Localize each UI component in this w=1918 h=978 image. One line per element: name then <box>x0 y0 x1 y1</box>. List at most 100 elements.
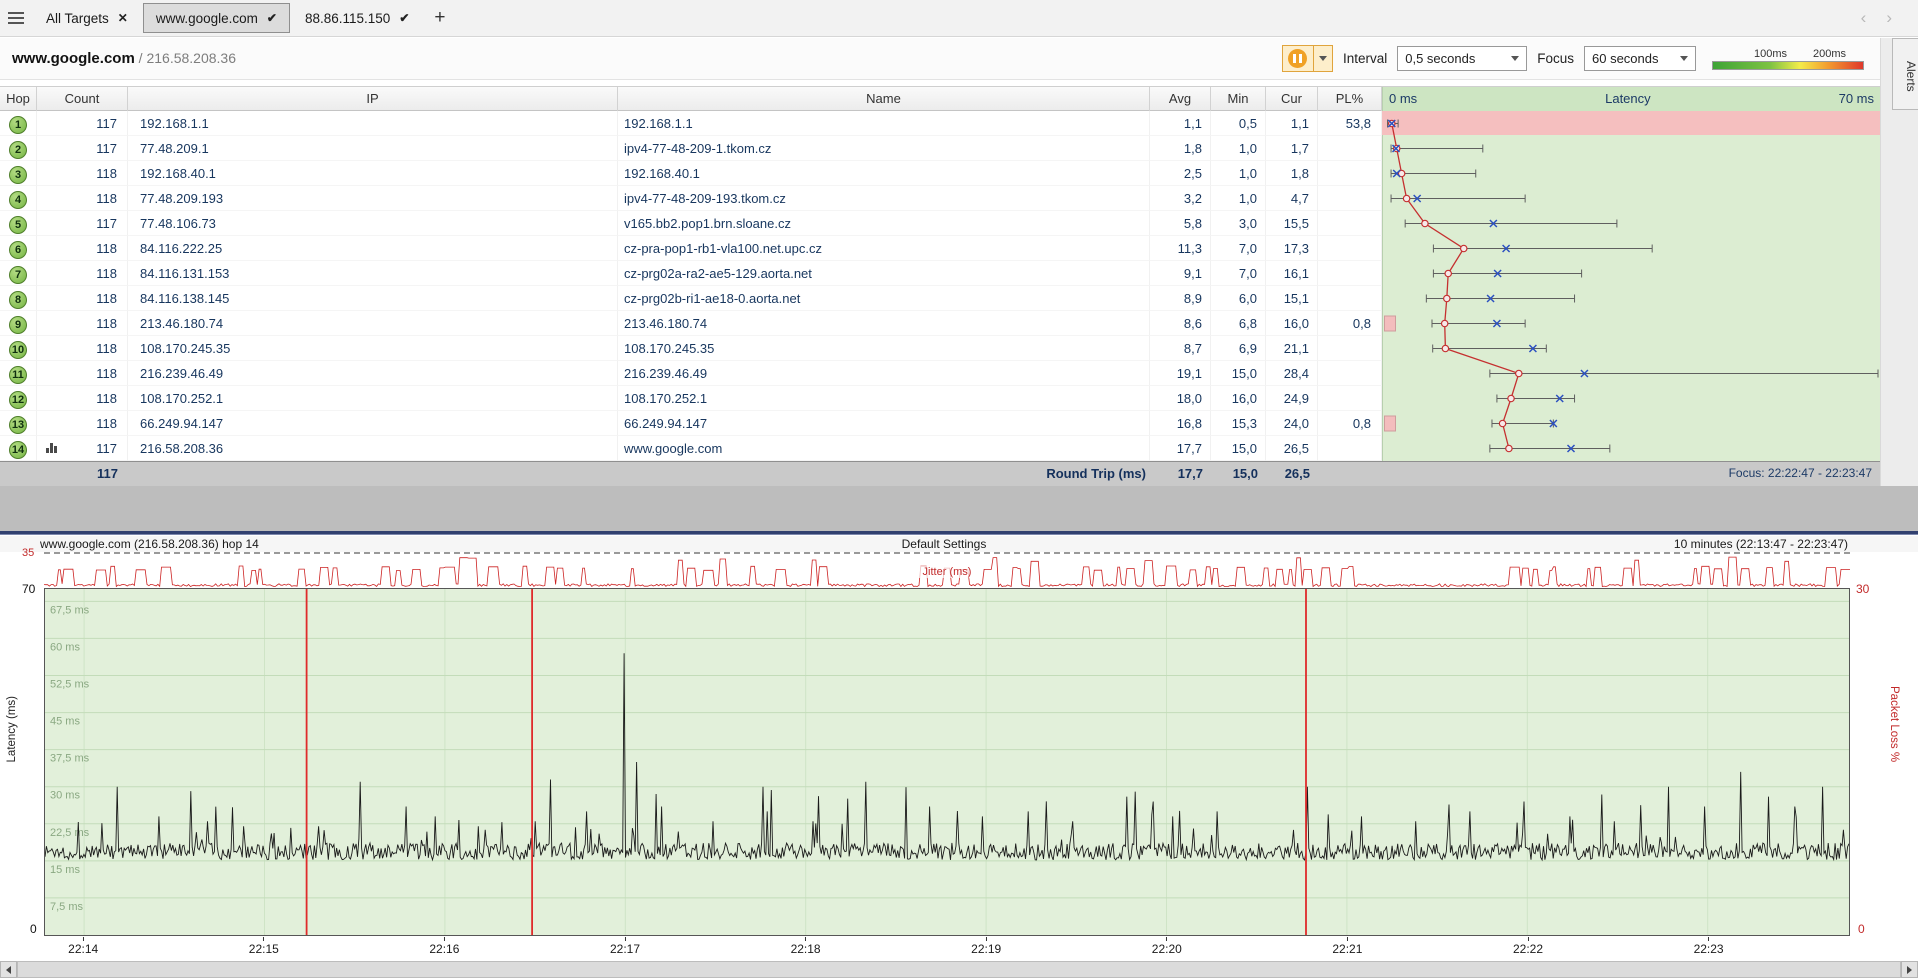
col-header-pl[interactable]: PL% <box>1318 87 1382 112</box>
latency-graph-cell <box>1382 336 1880 361</box>
trace-control-split-button <box>1282 45 1333 72</box>
min-cell: 6,0 <box>1211 286 1266 311</box>
latency-timeline-plot[interactable]: 67,5 ms60 ms52,5 ms45 ms37,5 ms30 ms22,5… <box>44 588 1850 936</box>
tab-88-86-115-150[interactable]: 88.86.115.150✔ <box>292 3 422 33</box>
hop-row-7[interactable]: 711884.116.131.153cz-prg02a-ra2-ae5-129.… <box>0 261 1880 286</box>
hop-row-4[interactable]: 411877.48.209.193ipv4-77-48-209-193.tkom… <box>0 186 1880 211</box>
packet-loss-cell <box>1318 386 1382 411</box>
col-header-min[interactable]: Min <box>1211 87 1266 112</box>
alerts-side-tab[interactable]: Alerts <box>1892 38 1918 110</box>
interval-label: Interval <box>1343 51 1387 66</box>
time-tick-22-14: 22:14 <box>68 937 98 956</box>
latency-graph-cell <box>1382 261 1880 286</box>
hop-row-9[interactable]: 9118213.46.180.74213.46.180.748,66,816,0… <box>0 311 1880 336</box>
packet-loss-cell <box>1318 211 1382 236</box>
min-cell: 3,0 <box>1211 211 1266 236</box>
col-header-avg[interactable]: Avg <box>1150 87 1211 112</box>
target-title: www.google.com / 216.58.208.36 <box>12 50 236 67</box>
count-cell: 117 <box>37 211 128 236</box>
latency-graph-cell <box>1382 311 1880 336</box>
avg-cell: 19,1 <box>1150 361 1211 386</box>
scrollbar-thumb[interactable] <box>17 961 1901 978</box>
time-tick-22-17: 22:17 <box>610 937 640 956</box>
tab-scroll-right-icon[interactable]: › <box>1886 8 1892 28</box>
col-header-ip[interactable]: IP <box>128 87 618 112</box>
col-header-name[interactable]: Name <box>618 87 1150 112</box>
add-target-button[interactable]: + <box>423 7 456 29</box>
menu-icon[interactable] <box>0 0 32 36</box>
col-header-cur[interactable]: Cur <box>1266 87 1318 112</box>
time-tick-22-19: 22:19 <box>971 937 1001 956</box>
hop-cell: 12 <box>0 386 37 411</box>
tab-all-targets[interactable]: All Targets✕ <box>33 3 141 33</box>
timeline-window-label[interactable]: 10 minutes (22:13:47 - 22:23:47) <box>1245 537 1848 551</box>
graphed-hop-icon <box>46 443 57 453</box>
jitter-axis-max: 35 <box>22 547 34 559</box>
name-cell: 216.239.46.49 <box>618 361 1150 386</box>
min-cell: 1,0 <box>1211 136 1266 161</box>
ip-cell: 77.48.209.1 <box>128 136 618 161</box>
svg-text:22,5 ms: 22,5 ms <box>50 827 90 839</box>
footer-ip-cell <box>128 462 618 487</box>
timeline-scrollbar[interactable] <box>0 961 1918 978</box>
latency-timeline-svg: 67,5 ms60 ms52,5 ms45 ms37,5 ms30 ms22,5… <box>45 589 1849 935</box>
col-header-count[interactable]: Count <box>37 87 128 112</box>
timeline-target-label: www.google.com (216.58.208.36) hop 14 <box>40 537 643 551</box>
scrollbar-right-button[interactable] <box>1901 961 1918 978</box>
hop-row-11[interactable]: 11118216.239.46.49216.239.46.4919,115,02… <box>0 361 1880 386</box>
focus-label: Focus <box>1537 51 1574 66</box>
col-header-latency[interactable]: 0 ms Latency 70 ms <box>1382 87 1880 112</box>
pause-button[interactable] <box>1282 45 1314 72</box>
hop-row-2[interactable]: 211777.48.209.1ipv4-77-48-209-1.tkom.cz1… <box>0 136 1880 161</box>
focus-select[interactable]: 60 seconds <box>1584 46 1696 71</box>
scrollbar-left-button[interactable] <box>0 961 17 978</box>
pingplotter-window: All Targets✕www.google.com✔88.86.115.150… <box>0 0 1918 978</box>
hop-row-1[interactable]: 1117192.168.1.1192.168.1.11,10,51,153,8 <box>0 111 1880 136</box>
table-body: 1117192.168.1.1192.168.1.11,10,51,153,82… <box>0 111 1880 461</box>
tab-scroll-left-icon[interactable]: ‹ <box>1861 8 1867 28</box>
ip-cell: 66.249.94.147 <box>128 411 618 436</box>
time-tick-22-21: 22:21 <box>1332 937 1362 956</box>
count-cell: 118 <box>37 386 128 411</box>
interval-value: 0,5 seconds <box>1405 51 1475 66</box>
hop-number-badge: 9 <box>9 316 27 334</box>
hop-row-10[interactable]: 10118108.170.245.35108.170.245.358,76,92… <box>0 336 1880 361</box>
hop-row-3[interactable]: 3118192.168.40.1192.168.40.12,51,01,8 <box>0 161 1880 186</box>
hop-number-badge: 11 <box>9 366 27 384</box>
timeline-settings-label[interactable]: Default Settings <box>643 537 1246 551</box>
hop-row-5[interactable]: 511777.48.106.73v165.bb2.pop1.brn.sloane… <box>0 211 1880 236</box>
packet-loss-cell <box>1318 186 1382 211</box>
latency-graph-cell <box>1382 386 1880 411</box>
close-icon[interactable]: ✕ <box>118 11 128 25</box>
avg-cell: 11,3 <box>1150 236 1211 261</box>
ip-cell: 213.46.180.74 <box>128 311 618 336</box>
cur-cell: 4,7 <box>1266 186 1318 211</box>
hop-row-12[interactable]: 12118108.170.252.1108.170.252.118,016,02… <box>0 386 1880 411</box>
focus-value: 60 seconds <box>1592 51 1659 66</box>
hop-cell: 2 <box>0 136 37 161</box>
hop-row-14[interactable]: 14117216.58.208.36www.google.com17,715,0… <box>0 436 1880 461</box>
hop-row-8[interactable]: 811884.116.138.145cz-prg02b-ri1-ae18-0.a… <box>0 286 1880 311</box>
avg-cell: 8,9 <box>1150 286 1211 311</box>
pause-dropdown-button[interactable] <box>1314 45 1333 72</box>
packet-loss-cell <box>1318 436 1382 461</box>
panel-splitter[interactable] <box>0 531 1918 535</box>
hop-row-13[interactable]: 1311866.249.94.14766.249.94.14716,815,32… <box>0 411 1880 436</box>
hop-row-6[interactable]: 611884.116.222.25cz-pra-pop1-rb1-vla100.… <box>0 236 1880 261</box>
latency-axis-title: Latency (ms) <box>6 696 18 762</box>
col-header-hop[interactable]: Hop <box>0 87 37 112</box>
cur-cell: 24,9 <box>1266 386 1318 411</box>
svg-text:30 ms: 30 ms <box>50 790 80 802</box>
cur-cell: 15,1 <box>1266 286 1318 311</box>
min-cell: 6,8 <box>1211 311 1266 336</box>
interval-select[interactable]: 0,5 seconds <box>1397 46 1527 71</box>
tab-www-google-com[interactable]: www.google.com✔ <box>143 3 290 33</box>
name-cell: ipv4-77-48-209-193.tkom.cz <box>618 186 1150 211</box>
hop-cell: 6 <box>0 236 37 261</box>
svg-text:37,5 ms: 37,5 ms <box>50 753 90 765</box>
packet-loss-cell: 0,8 <box>1318 311 1382 336</box>
cur-cell: 16,1 <box>1266 261 1318 286</box>
count-cell: 118 <box>37 311 128 336</box>
hop-number-badge: 12 <box>9 391 27 409</box>
table-header: Hop Count IP Name Avg Min Cur PL% 0 ms L… <box>0 86 1880 111</box>
